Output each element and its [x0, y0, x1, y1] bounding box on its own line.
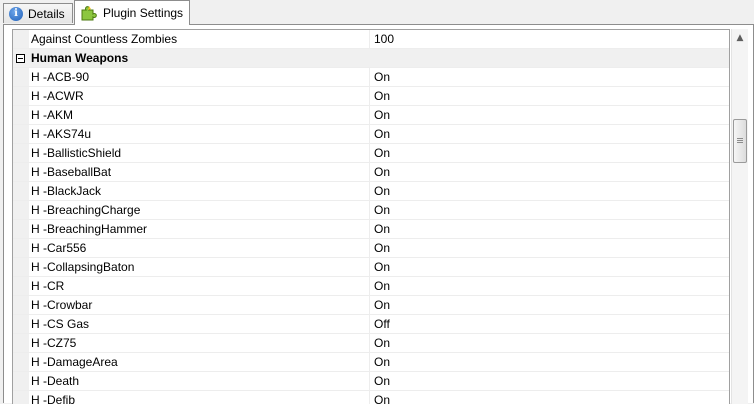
property-row[interactable]: H -BlackJack On [13, 182, 729, 201]
property-value[interactable]: 100 [374, 30, 394, 49]
property-name: H -BlackJack [31, 184, 102, 198]
property-value[interactable]: On [374, 391, 390, 404]
puzzle-icon [80, 4, 98, 22]
property-value[interactable]: On [374, 239, 390, 258]
scroll-up-arrow-icon[interactable]: ▲ [732, 29, 748, 46]
property-name: H -BallisticShield [31, 146, 122, 160]
property-name: H -Death [31, 374, 80, 388]
property-row[interactable]: H -BreachingHammer On [13, 220, 729, 239]
property-name: H -DamageArea [31, 355, 118, 369]
property-row[interactable]: H -BallisticShield On [13, 144, 729, 163]
property-value[interactable]: On [374, 353, 390, 372]
property-row[interactable]: H -ACB-90 On [13, 68, 729, 87]
column-divider [369, 334, 370, 353]
property-name: H -BreachingHammer [31, 222, 148, 236]
column-divider [369, 220, 370, 239]
tab-plugin-settings-label: Plugin Settings [103, 6, 184, 20]
column-divider [369, 239, 370, 258]
property-row[interactable]: Against Countless Zombies 100 [13, 30, 729, 49]
property-name: H -Car556 [31, 241, 87, 255]
property-name: H -CollapsingBaton [31, 260, 135, 274]
column-divider [369, 372, 370, 391]
property-row[interactable]: H -AKM On [13, 106, 729, 125]
property-row[interactable]: H -Car556 On [13, 239, 729, 258]
property-row[interactable]: H -Defib On [13, 391, 729, 404]
property-row[interactable]: H -ACWR On [13, 87, 729, 106]
scrollbar-thumb[interactable] [733, 119, 747, 163]
column-divider [369, 182, 370, 201]
property-name: H -ACWR [31, 89, 84, 103]
property-name: H -ACB-90 [31, 70, 90, 84]
property-row[interactable]: H -CS Gas Off [13, 315, 729, 334]
property-value[interactable]: On [374, 106, 390, 125]
column-divider [369, 144, 370, 163]
property-value[interactable]: On [374, 201, 390, 220]
plugin-settings-panel: Against Countless Zombies 100 Human Weap… [3, 24, 754, 404]
property-row[interactable]: H -BreachingCharge On [13, 201, 729, 220]
property-value[interactable]: On [374, 125, 390, 144]
column-divider [369, 258, 370, 277]
tab-plugin-settings[interactable]: Plugin Settings [74, 0, 190, 25]
property-name: H -Defib [31, 393, 76, 404]
property-name: H -CZ75 [31, 336, 77, 350]
property-row[interactable]: H -Crowbar On [13, 296, 729, 315]
property-name: H -BaseballBat [31, 165, 112, 179]
property-row[interactable]: H -DamageArea On [13, 353, 729, 372]
column-divider [369, 353, 370, 372]
column-divider [369, 163, 370, 182]
property-value[interactable]: On [374, 163, 390, 182]
category-human-weapons[interactable]: Human Weapons [13, 49, 729, 68]
property-value[interactable]: On [374, 144, 390, 163]
property-name: H -AKS74u [31, 127, 92, 141]
column-divider [369, 315, 370, 334]
column-divider [369, 125, 370, 144]
column-divider [369, 277, 370, 296]
property-row[interactable]: H -CZ75 On [13, 334, 729, 353]
property-value[interactable]: On [374, 258, 390, 277]
collapse-icon[interactable] [16, 54, 25, 63]
property-row[interactable]: H -Death On [13, 372, 729, 391]
property-grid: Against Countless Zombies 100 Human Weap… [12, 29, 730, 404]
vertical-scrollbar[interactable]: ▲ [731, 29, 748, 404]
column-divider [369, 87, 370, 106]
column-divider [369, 106, 370, 125]
property-value[interactable]: On [374, 296, 390, 315]
column-divider [369, 68, 370, 87]
property-value[interactable]: On [374, 87, 390, 106]
column-divider [369, 296, 370, 315]
column-divider [369, 391, 370, 404]
property-value[interactable]: On [374, 220, 390, 239]
info-icon: i [9, 6, 23, 21]
property-name: H -AKM [31, 108, 73, 122]
property-name: Against Countless Zombies [31, 32, 178, 46]
property-row[interactable]: H -AKS74u On [13, 125, 729, 144]
tab-details-label: Details [28, 6, 65, 21]
property-value[interactable]: On [374, 372, 390, 391]
property-value[interactable]: Off [374, 315, 390, 334]
property-name: H -CS Gas [31, 317, 90, 331]
property-rows: H -ACB-90 On H -ACWR On H -AKM On H -AKS74u On H… [13, 68, 729, 404]
column-divider [369, 30, 370, 49]
property-value[interactable]: On [374, 277, 390, 296]
property-row[interactable]: H -BaseballBat On [13, 163, 729, 182]
category-label: Human Weapons [31, 51, 129, 65]
property-name: H -CR [31, 279, 65, 293]
property-name: H -Crowbar [31, 298, 93, 312]
property-value[interactable]: On [374, 182, 390, 201]
tab-details[interactable]: i Details [3, 3, 73, 23]
property-name: H -BreachingCharge [31, 203, 141, 217]
property-row[interactable]: H -CR On [13, 277, 729, 296]
tab-strip: i Details Plugin Settings [0, 0, 754, 25]
property-value[interactable]: On [374, 334, 390, 353]
column-divider [369, 201, 370, 220]
property-row[interactable]: H -CollapsingBaton On [13, 258, 729, 277]
property-value[interactable]: On [374, 68, 390, 87]
